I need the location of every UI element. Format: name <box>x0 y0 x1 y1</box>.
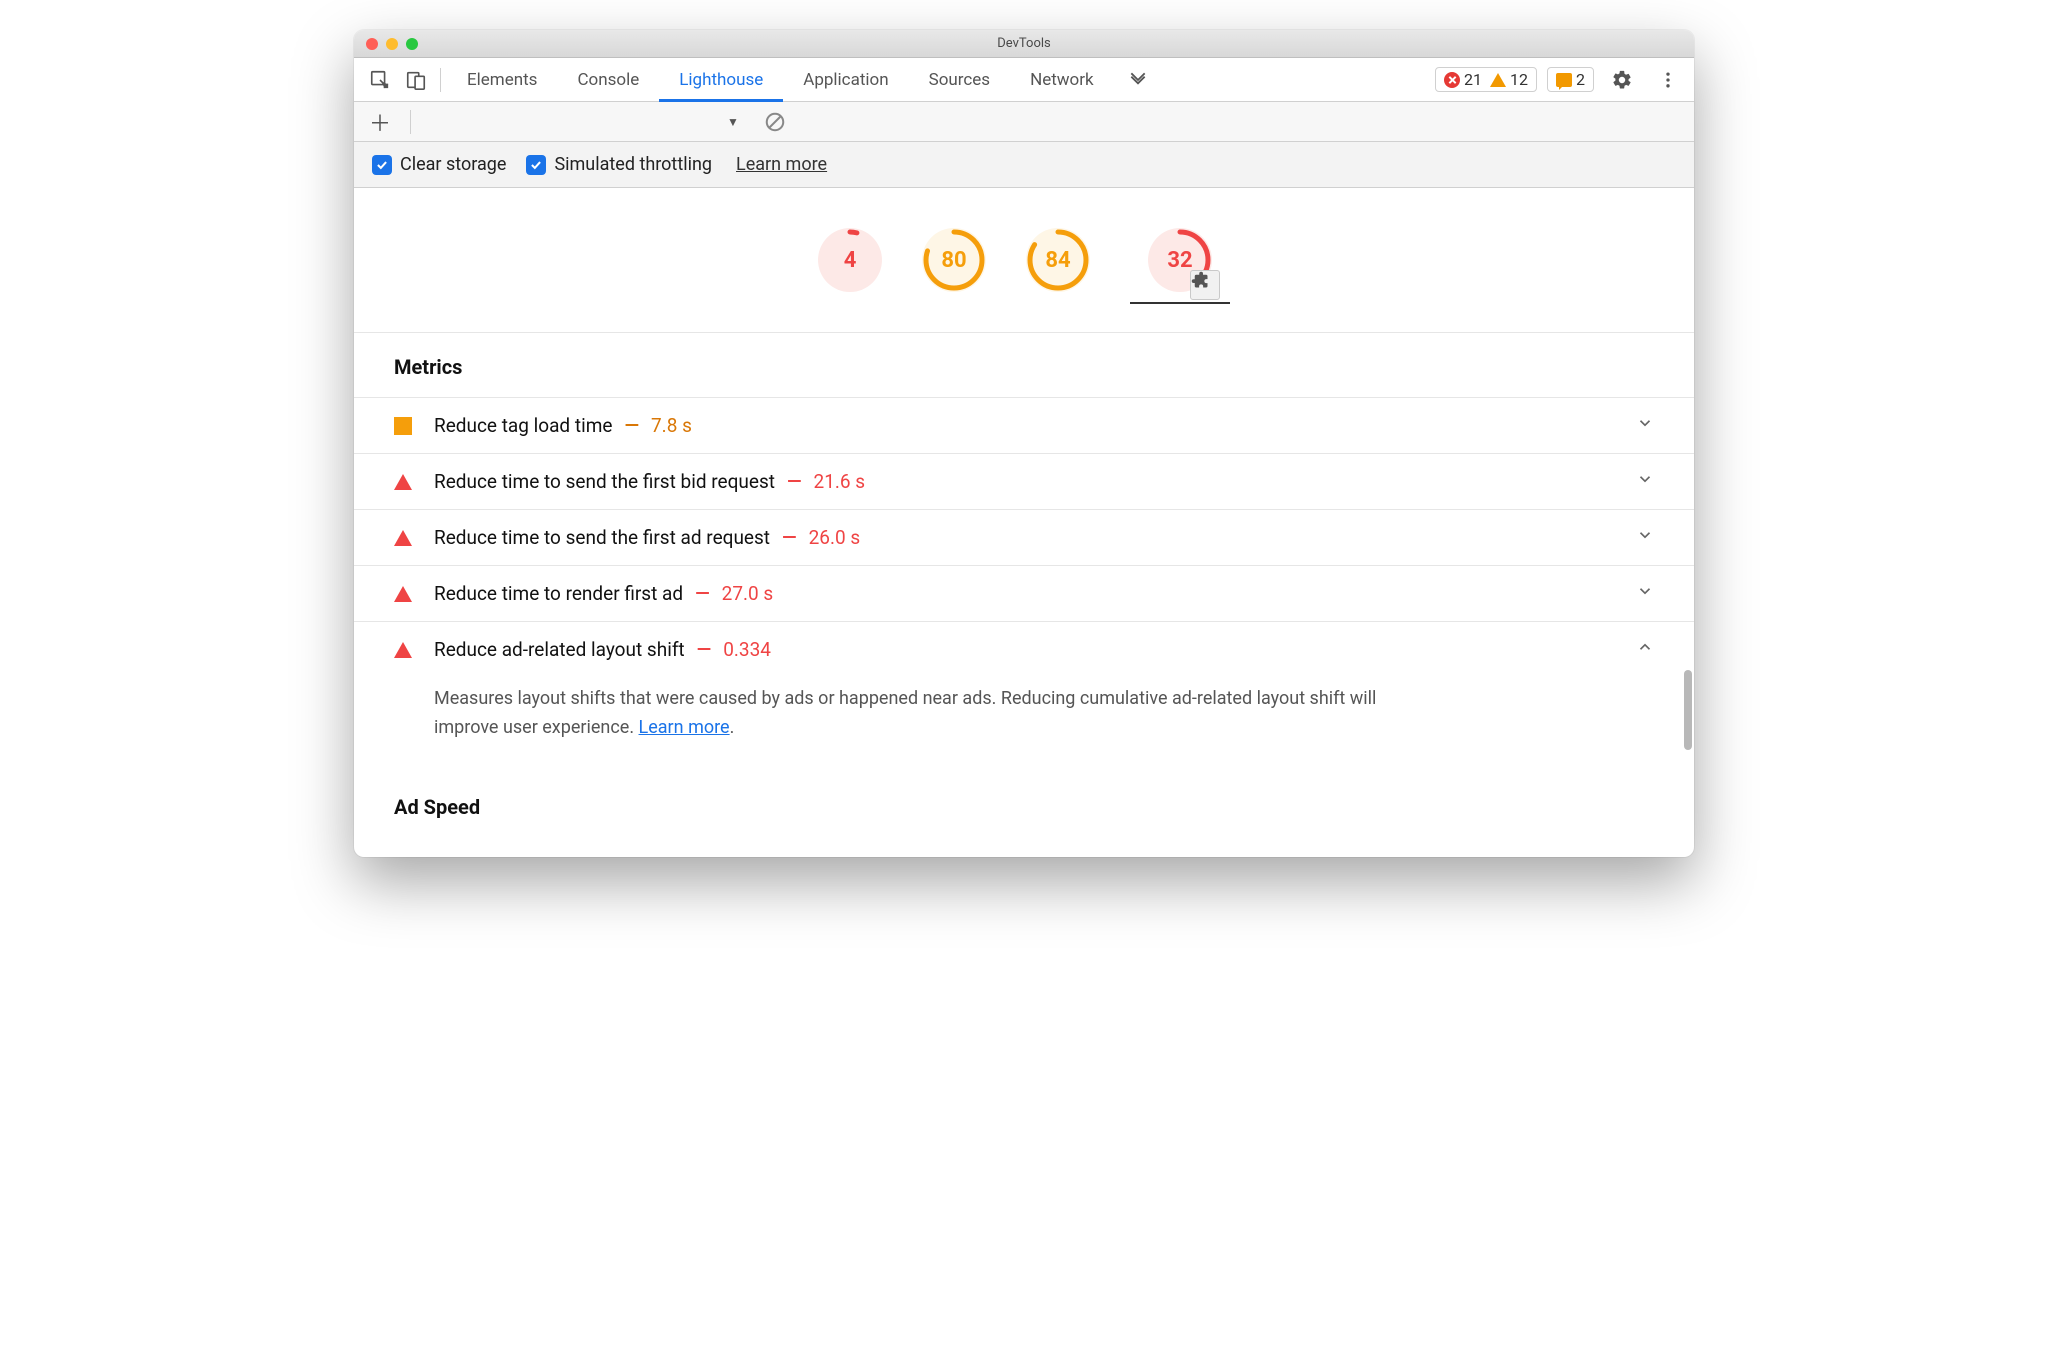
messages-badge[interactable]: 2 <box>1547 67 1594 92</box>
lighthouse-toolbar: ＋ ▼ <box>354 102 1694 142</box>
message-icon <box>1556 73 1572 87</box>
window-close-button[interactable] <box>366 38 378 50</box>
gauge-value: 32 <box>1167 248 1192 273</box>
metric-description-text: Measures layout shifts that were caused … <box>434 688 1376 738</box>
issues-badge[interactable]: 21 12 <box>1435 67 1537 92</box>
warning-count: 12 <box>1510 70 1528 89</box>
square-icon <box>394 417 412 435</box>
gauge-score[interactable]: 80 <box>922 228 986 292</box>
simulated-throttling-checkbox[interactable]: Simulated throttling <box>526 154 712 175</box>
metric-dash: — <box>697 638 712 661</box>
metric-value: 26.0 s <box>809 526 861 549</box>
metric-row[interactable]: Reduce tag load time — 7.8 s <box>354 397 1694 453</box>
tab-lighthouse[interactable]: Lighthouse <box>659 58 783 101</box>
option-label: Simulated throttling <box>554 154 712 175</box>
checkbox-checked-icon <box>372 155 392 175</box>
triangle-icon <box>394 586 412 602</box>
tab-label: Console <box>577 70 639 90</box>
puzzle-piece-icon <box>1190 270 1220 300</box>
tab-application[interactable]: Application <box>783 58 908 101</box>
gauge-value: 80 <box>941 248 966 273</box>
gauge-score[interactable]: 4 <box>818 228 882 292</box>
gauge-active-underline <box>1130 302 1230 304</box>
metric-row[interactable]: Reduce ad-related layout shift — 0.334 <box>354 621 1694 677</box>
tab-label: Sources <box>929 70 990 90</box>
window-minimize-button[interactable] <box>386 38 398 50</box>
learn-more-link[interactable]: Learn more <box>736 154 827 175</box>
tab-label: Network <box>1030 70 1094 90</box>
error-count: 21 <box>1464 70 1482 89</box>
chevron-down-icon <box>1636 582 1654 605</box>
chevron-down-icon <box>1636 414 1654 437</box>
learn-more-link[interactable]: Learn more <box>639 717 730 738</box>
metric-value: 27.0 s <box>722 582 774 605</box>
metric-label: Reduce time to send the first ad request <box>434 526 770 549</box>
report-dropdown-caret-icon[interactable]: ▼ <box>727 115 739 129</box>
tab-label: Elements <box>467 70 537 90</box>
device-toggle-icon[interactable] <box>402 66 430 94</box>
titlebar: DevTools <box>354 30 1694 58</box>
message-count: 2 <box>1576 70 1585 89</box>
chevron-down-icon <box>1636 470 1654 493</box>
metric-value: 21.6 s <box>814 470 866 493</box>
kebab-menu-icon[interactable] <box>1654 66 1682 94</box>
window-title: DevTools <box>354 36 1694 51</box>
warning-icon <box>1490 73 1506 87</box>
traffic-lights <box>354 38 418 50</box>
option-label: Clear storage <box>400 154 506 175</box>
gauge-value: 84 <box>1045 248 1070 273</box>
gauge-plugin[interactable]: 32 <box>1130 228 1230 304</box>
gear-icon[interactable] <box>1608 66 1636 94</box>
more-tabs-icon[interactable] <box>1124 66 1152 94</box>
tab-label: Lighthouse <box>679 70 763 90</box>
metric-label: Reduce time to send the first bid reques… <box>434 470 775 493</box>
new-report-button[interactable]: ＋ <box>366 108 394 136</box>
tab-sources[interactable]: Sources <box>909 58 1010 101</box>
clear-icon[interactable] <box>761 108 789 136</box>
tab-label: Application <box>803 70 888 90</box>
chevron-down-icon <box>1636 526 1654 549</box>
metric-dash: — <box>782 526 797 549</box>
error-icon <box>1444 72 1460 88</box>
report-content: 4 80 84 32 <box>354 188 1694 857</box>
metric-dash: — <box>624 414 639 437</box>
main-tabbar: Elements Console Lighthouse Application … <box>354 58 1694 102</box>
checkbox-checked-icon <box>526 155 546 175</box>
metric-dash: — <box>787 470 802 493</box>
ad-speed-heading: Ad Speed <box>354 765 1694 837</box>
tabs-list: Elements Console Lighthouse Application … <box>447 58 1156 101</box>
triangle-icon <box>394 474 412 490</box>
devtools-window: DevTools Elements Console Lighthouse App… <box>354 30 1694 857</box>
metric-label: Reduce time to render first ad <box>434 582 683 605</box>
triangle-icon <box>394 642 412 658</box>
gauge-value: 4 <box>844 248 857 273</box>
metrics-heading: Metrics <box>354 333 1694 397</box>
triangle-icon <box>394 530 412 546</box>
metric-row[interactable]: Reduce time to send the first bid reques… <box>354 453 1694 509</box>
metric-label: Reduce ad-related layout shift <box>434 638 685 661</box>
chevron-up-icon <box>1636 638 1654 661</box>
gauge-score[interactable]: 84 <box>1026 228 1090 292</box>
metric-dash: — <box>695 582 710 605</box>
score-gauges: 4 80 84 32 <box>354 188 1694 333</box>
tab-network[interactable]: Network <box>1010 58 1114 101</box>
metric-value: 7.8 s <box>651 414 692 437</box>
metric-row[interactable]: Reduce time to render first ad — 27.0 s <box>354 565 1694 621</box>
tab-elements[interactable]: Elements <box>447 58 557 101</box>
scrollbar-thumb[interactable] <box>1684 670 1692 750</box>
window-maximize-button[interactable] <box>406 38 418 50</box>
tabbar-right: 21 12 2 <box>1435 66 1686 94</box>
metric-row[interactable]: Reduce time to send the first ad request… <box>354 509 1694 565</box>
options-bar: Clear storage Simulated throttling Learn… <box>354 142 1694 188</box>
metric-value: 0.334 <box>723 638 771 661</box>
metric-description: Measures layout shifts that were caused … <box>354 677 1464 765</box>
inspect-element-icon[interactable] <box>366 66 394 94</box>
tab-console[interactable]: Console <box>557 58 659 101</box>
separator <box>410 110 411 134</box>
clear-storage-checkbox[interactable]: Clear storage <box>372 154 506 175</box>
metric-label: Reduce tag load time <box>434 414 612 437</box>
separator <box>440 68 441 92</box>
